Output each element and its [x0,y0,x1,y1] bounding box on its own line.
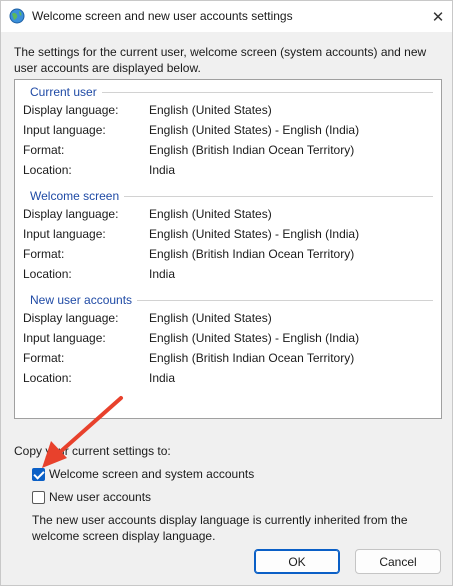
group-title: Welcome screen [30,189,120,203]
row-location: Location: India [23,160,433,180]
group-new-user-accounts: New user accounts Display language: Engli… [23,292,433,388]
row-label: Input language: [23,123,106,137]
row-format: Format: English (British Indian Ocean Ter… [23,244,433,264]
row-label: Location: [23,163,72,177]
row-value: English (United States) - English (India… [149,227,360,241]
row-location: Location: India [23,368,433,388]
close-icon: ✕ [431,8,445,26]
close-button[interactable]: ✕ [424,1,452,32]
ok-button[interactable]: OK [254,549,340,574]
checkbox-label[interactable]: Welcome screen and system accounts [49,467,254,481]
settings-dialog: Welcome screen and new user accounts set… [0,0,453,586]
row-value: India [149,163,176,177]
row-value: English (British Indian Ocean Territory) [149,143,355,157]
group-title: New user accounts [30,293,133,307]
new-user-accounts-checkbox-row[interactable]: New user accounts [32,490,151,504]
welcome-screen-checkbox[interactable] [32,467,45,481]
group-welcome-screen: Welcome screen Display language: English … [23,188,433,284]
group-divider [101,92,433,93]
row-input-language: Input language: English (United States) -… [23,224,433,244]
row-value: English (British Indian Ocean Territory) [149,247,355,261]
group-current-user: Current user Display language: English (U… [23,84,433,180]
inheritance-note: The new user accounts display language i… [32,513,408,543]
row-label: Display language: [23,207,119,221]
row-value: English (United States) [149,311,272,325]
row-value: English (United States) [149,207,272,221]
row-value: India [149,371,176,385]
row-label: Location: [23,371,72,385]
copy-settings-label: Copy your current settings to: [14,444,171,458]
row-label: Display language: [23,103,119,117]
row-label: Format: [23,143,65,157]
row-label: Location: [23,267,72,281]
globe-icon [9,8,25,24]
row-format: Format: English (British Indian Ocean Ter… [23,140,433,160]
row-value: India [149,267,176,281]
row-input-language: Input language: English (United States) -… [23,120,433,140]
group-divider [137,300,433,301]
row-value: English (United States) - English (India… [149,331,360,345]
settings-panel: Current user Display language: English (U… [14,79,442,419]
window-title: Welcome screen and new user accounts set… [32,9,293,23]
row-label: Format: [23,247,65,261]
checkbox-label[interactable]: New user accounts [49,490,151,504]
row-value: English (British Indian Ocean Territory) [149,351,355,365]
group-title: Current user [30,85,97,99]
group-divider [124,196,433,197]
row-display-language: Display language: English (United States) [23,204,433,224]
cancel-button[interactable]: Cancel [355,549,441,574]
welcome-screen-checkbox-row[interactable]: Welcome screen and system accounts [32,467,254,481]
row-location: Location: India [23,264,433,284]
row-format: Format: English (British Indian Ocean Ter… [23,348,433,368]
row-value: English (United States) [149,103,272,117]
row-display-language: Display language: English (United States) [23,308,433,328]
row-label: Display language: [23,311,119,325]
new-user-accounts-checkbox[interactable] [32,490,45,504]
row-label: Input language: [23,227,106,241]
row-display-language: Display language: English (United States) [23,100,433,120]
row-input-language: Input language: English (United States) -… [23,328,433,348]
row-label: Input language: [23,331,106,345]
title-bar: Welcome screen and new user accounts set… [1,1,452,32]
intro-text: The settings for the current user, welco… [14,45,427,75]
row-value: English (United States) - English (India… [149,123,360,137]
row-label: Format: [23,351,65,365]
